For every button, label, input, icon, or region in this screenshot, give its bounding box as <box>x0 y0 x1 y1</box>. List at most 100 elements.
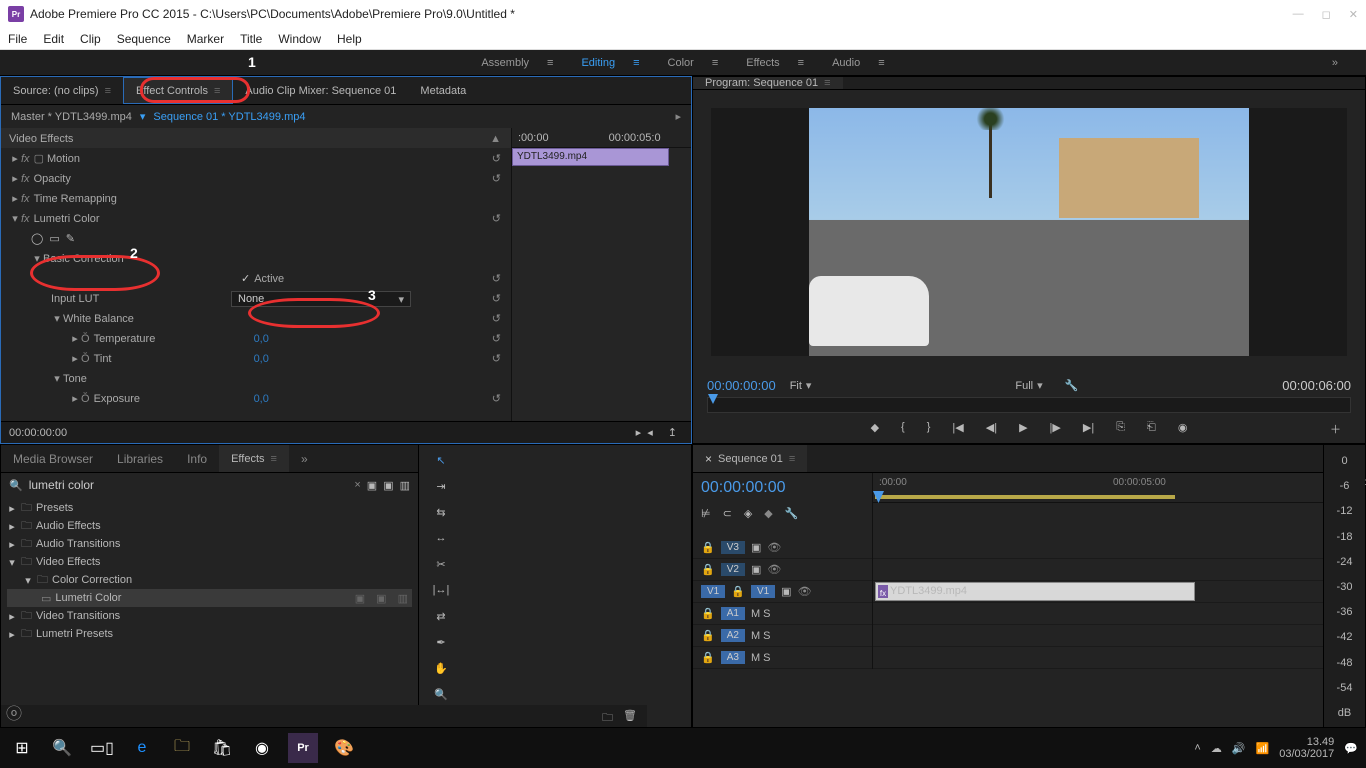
track-v1[interactable]: V1 <box>751 585 775 598</box>
mask-rect-icon[interactable]: ▭ <box>49 232 59 245</box>
track-v2[interactable]: V2 <box>721 563 745 576</box>
program-scrub-bar[interactable] <box>707 397 1351 413</box>
track-toggle-icon[interactable]: ▣ <box>751 541 761 554</box>
temperature-value[interactable]: 0,0 <box>254 333 269 345</box>
button-editor-icon[interactable]: ＋ <box>1330 421 1341 437</box>
tab-program[interactable]: Program: Sequence 01 ≡ <box>693 77 843 89</box>
export-frame-button[interactable]: ◉ <box>1178 421 1188 434</box>
goto-in-button[interactable]: |◀ <box>952 421 963 434</box>
track-v1-source[interactable]: V1 <box>701 585 725 598</box>
tree-presets[interactable]: Presets <box>36 502 73 514</box>
maximize-button[interactable]: ◻ <box>1322 8 1331 21</box>
workspace-effects[interactable]: Effects <box>746 57 779 69</box>
ripple-edit-tool-icon[interactable]: ⇆ <box>431 503 451 521</box>
ec-tone[interactable]: Tone <box>63 373 87 385</box>
ec-active-label[interactable]: Active <box>254 273 284 285</box>
ec-lumetri-color[interactable]: Lumetri Color <box>34 213 100 225</box>
eye-icon[interactable]: 👁 <box>767 541 781 554</box>
tree-audio-transitions[interactable]: Audio Transitions <box>36 538 120 550</box>
lock-icon[interactable]: 🔒 <box>701 541 715 554</box>
ec-white-balance[interactable]: White Balance <box>63 313 134 325</box>
menu-title[interactable]: Title <box>240 32 262 46</box>
track-a3[interactable]: A3 <box>721 651 745 664</box>
play-button[interactable]: ▶ <box>1019 421 1027 434</box>
twisty-icon[interactable]: ▸ <box>9 172 21 185</box>
track-toggle-icon[interactable]: ▣ <box>781 585 791 598</box>
new-bin-icon[interactable]: 🗀 <box>602 709 613 723</box>
file-explorer-icon[interactable]: 🗀 <box>168 734 196 762</box>
twisty-icon[interactable]: ▸ <box>7 628 17 641</box>
menu-edit[interactable]: Edit <box>43 32 64 46</box>
reset-icon[interactable]: ↺ <box>492 172 501 185</box>
tab-overflow[interactable]: » <box>289 445 320 472</box>
tree-color-correction[interactable]: Color Correction <box>52 574 132 586</box>
timeline-ruler[interactable]: :00:00 00:00:05:00 00:00:10:00 <box>873 473 1365 503</box>
razor-tool-icon[interactable]: ✂ <box>431 555 451 573</box>
ec-time-remapping[interactable]: Time Remapping <box>34 193 117 205</box>
out-point-button[interactable]: } <box>927 421 931 434</box>
search-button[interactable]: 🔍 <box>48 734 76 762</box>
reset-icon[interactable]: ↺ <box>492 312 501 325</box>
menu-sequence[interactable]: Sequence <box>117 32 171 46</box>
premiere-taskbar-icon[interactable]: Pr <box>288 733 318 763</box>
lock-icon[interactable]: 🔒 <box>731 585 745 598</box>
menu-help[interactable]: Help <box>337 32 362 46</box>
twisty-icon[interactable]: ▸ <box>9 152 21 165</box>
workspace-audio[interactable]: Audio <box>832 57 860 69</box>
slide-tool-icon[interactable]: ⇄ <box>431 607 451 625</box>
taskbar-clock[interactable]: 13.49 03/03/2017 <box>1279 736 1334 760</box>
tray-wifi-icon[interactable]: 📶 <box>1256 742 1270 755</box>
exposure-value[interactable]: 0,0 <box>254 393 269 405</box>
workspace-assembly[interactable]: Assembly <box>481 57 529 69</box>
input-lut-dropdown[interactable]: None <box>231 291 411 307</box>
tree-video-transitions[interactable]: Video Transitions <box>36 610 120 622</box>
reset-icon[interactable]: ↺ <box>492 272 501 285</box>
menu-marker[interactable]: Marker <box>187 32 224 46</box>
selection-tool-icon[interactable]: ↖ <box>431 451 451 469</box>
ec-loop-icon[interactable]: ▸◂ <box>636 427 659 439</box>
workspace-overflow-icon[interactable]: » <box>1332 57 1338 69</box>
twisty-icon[interactable]: ▾ <box>51 372 63 385</box>
ec-footer-timecode[interactable]: 00:00:00:00 <box>9 427 67 439</box>
step-back-button[interactable]: ◀| <box>986 421 997 434</box>
menu-clip[interactable]: Clip <box>80 32 101 46</box>
store-icon[interactable]: 🛍 <box>208 734 236 762</box>
goto-out-button[interactable]: ▶| <box>1083 421 1094 434</box>
twisty-icon[interactable]: ▸ <box>9 192 21 205</box>
track-toggle-icon[interactable]: ▣ <box>751 563 761 576</box>
tab-audio-clip-mixer[interactable]: Audio Clip Mixer: Sequence 01 <box>233 77 408 104</box>
lift-button[interactable]: ⎘ <box>1116 421 1125 434</box>
fx-badge-2-icon[interactable]: ▣ <box>383 479 393 492</box>
close-button[interactable]: ✕ <box>1349 8 1358 21</box>
eye-icon[interactable]: 👁 <box>798 585 812 598</box>
program-zoom-select[interactable]: Fit ▾ <box>790 379 812 392</box>
snap-icon[interactable]: ⊭ <box>701 507 711 520</box>
lock-icon[interactable]: 🔒 <box>701 629 715 642</box>
track-ms[interactable]: M S <box>751 608 771 620</box>
start-button[interactable]: ⊞ <box>8 734 36 762</box>
track-ms[interactable]: M S <box>751 630 771 642</box>
pen-tool-icon[interactable]: ✒ <box>431 633 451 651</box>
edge-icon[interactable]: e <box>128 734 156 762</box>
marker-button[interactable]: ◆ <box>871 421 879 434</box>
twisty-icon[interactable]: ▾ <box>9 212 21 225</box>
tray-chevron-icon[interactable]: ˄ <box>1194 742 1200 754</box>
menu-file[interactable]: File <box>8 32 27 46</box>
mask-pen-icon[interactable]: ✎ <box>66 232 75 245</box>
track-ms[interactable]: M S <box>751 652 771 664</box>
program-resolution-select[interactable]: Full ▾ <box>1015 379 1042 392</box>
program-video-area[interactable] <box>711 108 1347 356</box>
tree-video-effects[interactable]: Video Effects <box>36 556 100 568</box>
tab-info[interactable]: Info <box>175 445 219 472</box>
action-center-icon[interactable]: 💬 <box>1344 742 1358 755</box>
tab-effect-controls[interactable]: Effect Controls ≡ <box>123 77 233 104</box>
tab-media-browser[interactable]: Media Browser <box>1 445 105 472</box>
effects-search-input[interactable] <box>29 478 349 492</box>
reset-icon[interactable]: ↺ <box>492 352 501 365</box>
ec-export-icon[interactable]: ↥ <box>668 427 683 439</box>
twisty-icon[interactable]: ▾ <box>51 312 63 325</box>
linked-selection-icon[interactable]: ⊂ <box>723 507 732 520</box>
workspace-color[interactable]: Color <box>668 57 694 69</box>
paint-icon[interactable]: 🎨 <box>330 734 358 762</box>
lock-icon[interactable]: 🔒 <box>701 563 715 576</box>
